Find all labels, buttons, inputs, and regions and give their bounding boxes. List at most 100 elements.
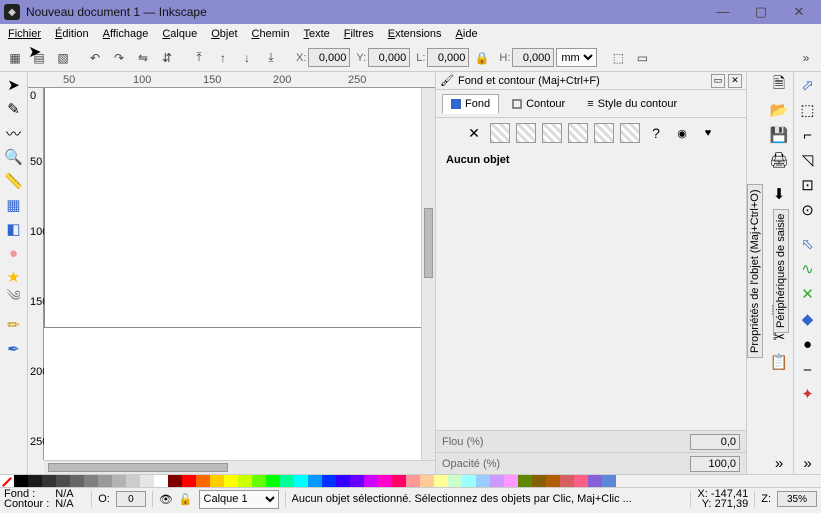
unit-select[interactable]: mm — [556, 48, 597, 67]
palette-swatch[interactable] — [112, 475, 126, 488]
spiral-tool-icon[interactable]: ༄ — [3, 290, 25, 312]
menu-calque[interactable]: Calque — [160, 27, 199, 41]
lower-icon[interactable]: ↓ — [236, 47, 258, 69]
palette-swatch[interactable] — [154, 475, 168, 488]
snap-smooth-icon[interactable]: ● — [797, 333, 819, 355]
palette-swatch[interactable] — [224, 475, 238, 488]
palette-swatch[interactable] — [462, 475, 476, 488]
palette-swatch[interactable] — [70, 475, 84, 488]
palette-swatch[interactable] — [126, 475, 140, 488]
select-all-icon[interactable]: ▦ — [4, 47, 26, 69]
palette-swatch[interactable] — [182, 475, 196, 488]
paste-icon[interactable]: 📋 — [768, 351, 790, 373]
heart-icon[interactable]: ♥ — [698, 123, 718, 143]
node-tool-icon[interactable]: ✎ — [3, 98, 25, 120]
snap-bbox-icon[interactable]: ⬚ — [797, 99, 819, 121]
layer-visible-icon[interactable]: 👁 — [159, 493, 173, 506]
palette-swatch[interactable] — [294, 475, 308, 488]
palette-swatch[interactable] — [336, 475, 350, 488]
menu-edition[interactable]: Édition — [53, 27, 91, 41]
minimize-button[interactable]: — — [713, 4, 733, 20]
shield-icon[interactable]: ◉ — [672, 123, 692, 143]
more-snap-icon[interactable]: » — [797, 452, 819, 474]
maximize-button[interactable]: ▢ — [751, 4, 771, 20]
snap-edge-icon[interactable]: ⌐ — [797, 124, 819, 146]
palette-swatch[interactable] — [378, 475, 392, 488]
palette-swatch[interactable] — [14, 475, 28, 488]
tab-stroke-style[interactable]: ≡ Style du contour — [578, 94, 686, 114]
palette-swatch[interactable] — [406, 475, 420, 488]
scrollbar-vertical[interactable] — [421, 88, 435, 460]
unknown-paint-button[interactable]: ? — [646, 123, 666, 143]
palette-swatch[interactable] — [490, 475, 504, 488]
palette-swatch[interactable] — [392, 475, 406, 488]
new-doc-icon[interactable]: 🗎 — [768, 74, 790, 96]
opacity-o-input[interactable] — [116, 491, 146, 507]
selector-tool-icon[interactable]: ➤ — [3, 74, 25, 96]
zoom-tool-icon[interactable]: 🔍 — [3, 146, 25, 168]
palette-swatch[interactable] — [210, 475, 224, 488]
raise-top-icon[interactable]: ⤒ — [188, 47, 210, 69]
palette-swatch[interactable] — [546, 475, 560, 488]
x-input[interactable] — [308, 48, 350, 67]
palette-swatch[interactable] — [434, 475, 448, 488]
palette-swatch[interactable] — [196, 475, 210, 488]
snap-path-icon[interactable]: ∿ — [797, 258, 819, 280]
palette-swatch[interactable] — [574, 475, 588, 488]
select-layer-icon[interactable]: ▤ — [28, 47, 50, 69]
palette-swatch[interactable] — [518, 475, 532, 488]
status-stroke-value[interactable]: N/A — [55, 499, 85, 509]
palette-no-fill[interactable] — [0, 475, 14, 488]
scrollbar-horizontal[interactable] — [44, 460, 435, 474]
snap-mid-icon[interactable]: ⊡ — [797, 174, 819, 196]
no-paint-button[interactable]: ✕ — [464, 123, 484, 143]
tab-stroke[interactable]: Contour — [503, 94, 574, 114]
menu-filtres[interactable]: Filtres — [342, 27, 376, 41]
layer-select[interactable]: Calque 1 — [199, 490, 279, 509]
snap-center-icon[interactable]: ⊙ — [797, 199, 819, 221]
blur-input[interactable] — [690, 434, 740, 450]
palette-swatch[interactable] — [504, 475, 518, 488]
menu-chemin[interactable]: Chemin — [250, 27, 292, 41]
palette-swatch[interactable] — [350, 475, 364, 488]
palette-swatch[interactable] — [42, 475, 56, 488]
snap-corner-icon[interactable]: ◹ — [797, 149, 819, 171]
palette-swatch[interactable] — [280, 475, 294, 488]
rect-tool-icon[interactable]: ▦ — [3, 194, 25, 216]
zoom-input[interactable] — [777, 491, 817, 507]
raise-icon[interactable]: ↑ — [212, 47, 234, 69]
opacity-input[interactable] — [690, 456, 740, 472]
palette-swatch[interactable] — [84, 475, 98, 488]
palette-swatch[interactable] — [364, 475, 378, 488]
palette-swatch[interactable] — [140, 475, 154, 488]
palette-swatch[interactable] — [420, 475, 434, 488]
more-commands-icon[interactable]: » — [768, 452, 790, 474]
dock-iconify-button[interactable]: ▭ — [711, 74, 725, 88]
box3d-tool-icon[interactable]: ◧ — [3, 218, 25, 240]
deselect-icon[interactable]: ▧ — [52, 47, 74, 69]
swatch-button[interactable] — [594, 123, 614, 143]
palette-swatch[interactable] — [28, 475, 42, 488]
linear-gradient-button[interactable] — [516, 123, 536, 143]
snap-line-mid-icon[interactable]: ⎯ — [797, 358, 819, 380]
dock-close-button[interactable]: ✕ — [728, 74, 742, 88]
import-icon[interactable]: ⬇ — [768, 183, 790, 205]
print-icon[interactable]: 🖨 — [768, 149, 790, 171]
palette-swatch[interactable] — [308, 475, 322, 488]
menu-extensions[interactable]: Extensions — [386, 27, 444, 41]
open-icon[interactable]: 📂 — [768, 99, 790, 121]
mesh-button[interactable] — [620, 123, 640, 143]
affect-scale-icon[interactable]: ▭ — [631, 47, 653, 69]
palette-swatch[interactable] — [266, 475, 280, 488]
more-icon[interactable]: » — [795, 47, 817, 69]
palette-swatch[interactable] — [322, 475, 336, 488]
menu-affichage[interactable]: Affichage — [101, 27, 151, 41]
snap-rotation-icon[interactable]: ✦ — [797, 383, 819, 405]
palette-swatch[interactable] — [532, 475, 546, 488]
palette-swatch[interactable] — [602, 475, 616, 488]
snap-enable-icon[interactable]: ⬀ — [797, 74, 819, 96]
rotate-ccw-icon[interactable]: ↶ — [84, 47, 106, 69]
palette-swatch[interactable] — [476, 475, 490, 488]
palette-swatch[interactable] — [252, 475, 266, 488]
tweak-tool-icon[interactable]: 〰 — [3, 122, 25, 144]
